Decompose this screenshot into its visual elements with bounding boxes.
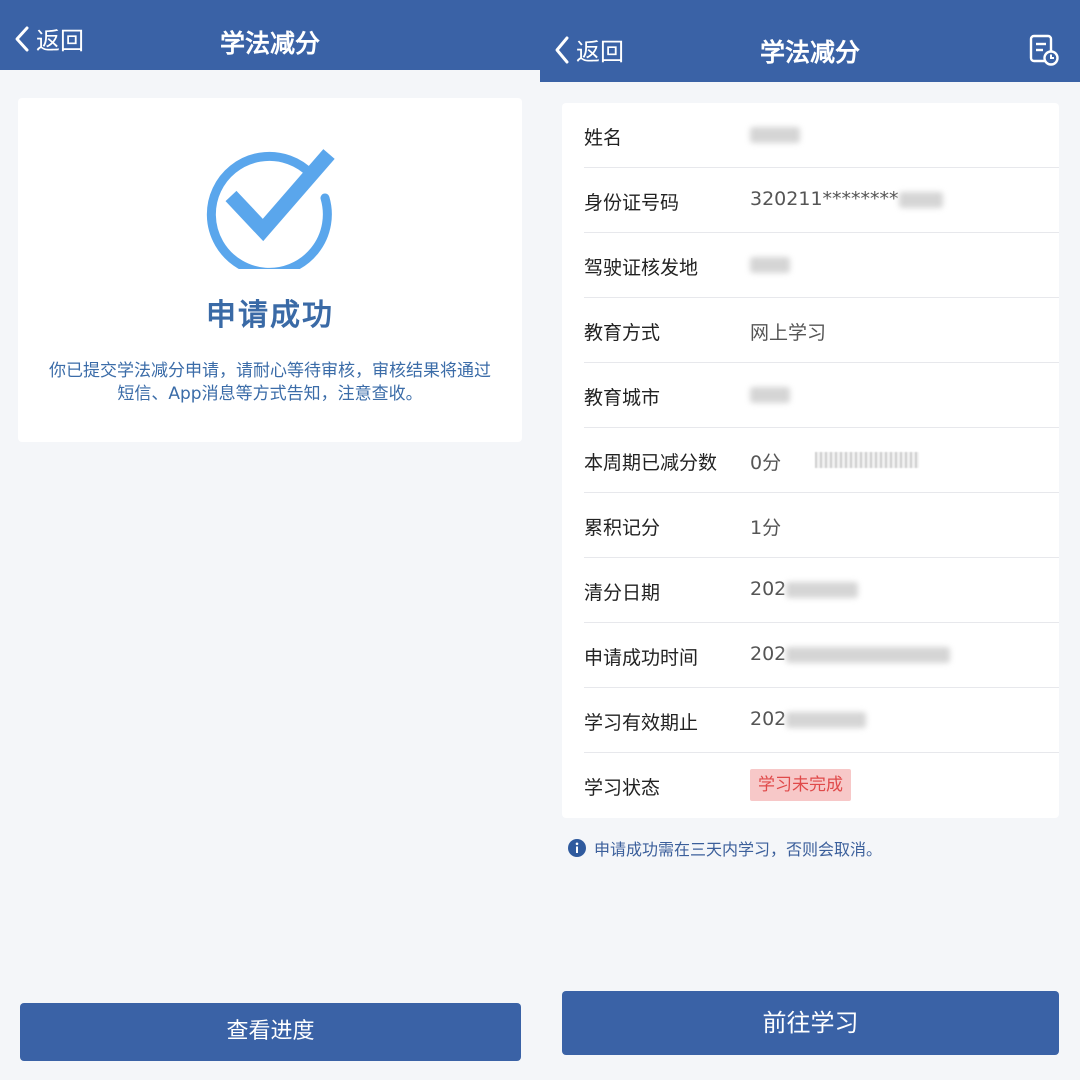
- left-screen: 返回 学法减分 申请成功 你已提交学法减分申请，请耐心等待审核，审核结果将通过短…: [0, 0, 540, 1080]
- chevron-left-icon: [15, 26, 29, 51]
- info-value: 网上学习: [750, 322, 827, 344]
- info-label: 本周期已减分数: [584, 452, 718, 474]
- right-screen: 返回 学法减分 姓名 身份证号码 320211******** 驾驶证核发地 教…: [540, 0, 1080, 1080]
- info-row-clear-date: 清分日期 202: [584, 558, 1059, 623]
- notice: 申请成功需在三天内学习，否则会取消。: [568, 836, 882, 860]
- redacted-bar: [815, 452, 919, 468]
- info-card: 姓名 身份证号码 320211******** 驾驶证核发地 教育方式 网上学习…: [562, 103, 1059, 818]
- info-row-cycle-deducted: 本周期已减分数 0分: [584, 428, 1059, 493]
- info-value: [750, 123, 800, 145]
- info-label: 教育方式: [584, 322, 661, 344]
- info-icon: [568, 839, 586, 857]
- info-label: 姓名: [584, 127, 623, 149]
- chevron-left-icon: [555, 36, 569, 63]
- info-row-apply-time: 申请成功时间 202: [584, 623, 1059, 688]
- info-row-education-city: 教育城市: [584, 363, 1059, 428]
- nav-bar: 返回 学法减分: [0, 0, 540, 70]
- info-label: 累积记分: [584, 517, 661, 539]
- info-row-accumulated-points: 累积记分 1分: [584, 493, 1059, 558]
- back-button[interactable]: 返回: [14, 21, 84, 56]
- info-row-study-expiry: 学习有效期止 202: [584, 688, 1059, 753]
- back-label: 返回: [36, 27, 84, 55]
- status-badge: 学习未完成: [750, 769, 851, 801]
- info-label: 清分日期: [584, 582, 661, 604]
- info-value: 0分: [750, 452, 782, 474]
- info-label: 申请成功时间: [584, 647, 699, 669]
- info-row-id-number: 身份证号码 320211********: [584, 168, 1059, 233]
- notice-text: 申请成功需在三天内学习，否则会取消。: [594, 840, 883, 859]
- nav-bar: 返回 学法减分: [540, 0, 1080, 82]
- info-row-name: 姓名: [584, 103, 1059, 168]
- info-row-study-status: 学习状态 学习未完成: [584, 753, 1059, 818]
- page-title: 学法减分: [219, 29, 320, 58]
- success-card: 申请成功 你已提交学法减分申请，请耐心等待审核，审核结果将通过短信、App消息等…: [18, 98, 522, 442]
- info-value: [750, 253, 790, 275]
- info-label: 学习状态: [584, 777, 661, 799]
- info-value: 202: [750, 643, 951, 665]
- info-label: 学习有效期止: [584, 712, 699, 734]
- info-value: 1分: [750, 517, 782, 539]
- info-value: 202: [750, 578, 859, 600]
- success-check-icon: [206, 149, 335, 269]
- success-title: 申请成功: [206, 298, 334, 333]
- info-row-education-method: 教育方式 网上学习: [584, 298, 1059, 363]
- info-label: 身份证号码: [584, 192, 680, 214]
- back-button[interactable]: 返回: [554, 32, 624, 67]
- page-title: 学法减分: [759, 38, 860, 67]
- info-value: [750, 383, 790, 405]
- info-value: 202: [750, 708, 867, 730]
- go-study-button[interactable]: 前往学习: [562, 991, 1059, 1055]
- info-row-license-origin: 驾驶证核发地: [584, 233, 1059, 298]
- view-progress-button[interactable]: 查看进度: [20, 1003, 521, 1061]
- record-clock-icon[interactable]: [1028, 33, 1060, 67]
- info-value: 320211********: [750, 188, 943, 210]
- back-label: 返回: [576, 38, 624, 66]
- success-description: 你已提交学法减分申请，请耐心等待审核，审核结果将通过短信、App消息等方式告知，…: [49, 361, 491, 404]
- info-label: 教育城市: [584, 387, 661, 409]
- info-label: 驾驶证核发地: [584, 257, 699, 279]
